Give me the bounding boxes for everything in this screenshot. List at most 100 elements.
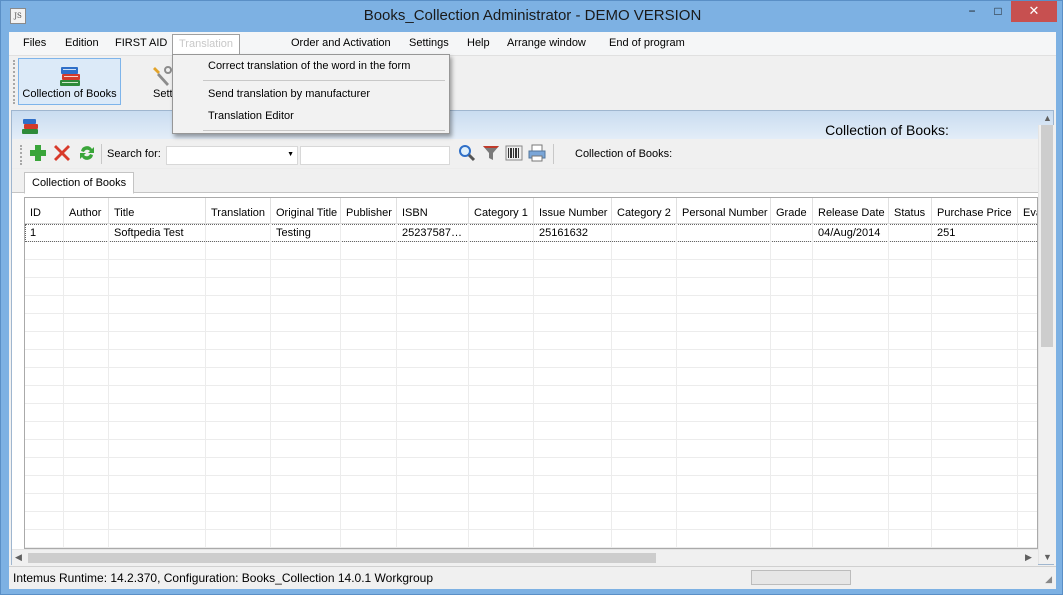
- cell-publisher[interactable]: [341, 224, 397, 242]
- column-header-original-title[interactable]: Original Title: [271, 198, 341, 224]
- empty-grid-cell: [612, 512, 677, 530]
- horizontal-scrollbar[interactable]: ◀ ▶: [12, 549, 1038, 565]
- column-header-isbn[interactable]: ISBN: [397, 198, 469, 224]
- scroll-right-icon[interactable]: ▶: [1025, 552, 1032, 563]
- chevron-down-icon[interactable]: ▼: [287, 151, 294, 158]
- menu-edition[interactable]: Edition: [65, 37, 99, 49]
- horizontal-scroll-thumb[interactable]: [28, 553, 656, 563]
- cell-author[interactable]: [64, 224, 109, 242]
- cell-issue-number[interactable]: 25161632: [534, 224, 612, 242]
- cell-original-title[interactable]: Testing: [271, 224, 341, 242]
- print-icon[interactable]: [528, 144, 546, 162]
- empty-grid-cell: [1018, 278, 1037, 296]
- scroll-down-icon[interactable]: ▼: [1043, 552, 1052, 562]
- empty-grid-cell: [813, 494, 889, 512]
- cell-title[interactable]: Softpedia Test: [109, 224, 206, 242]
- empty-grid-cell: [206, 368, 271, 386]
- empty-grid-cell: [64, 440, 109, 458]
- column-header-release-date[interactable]: Release Date: [813, 198, 889, 224]
- toolbar-grip[interactable]: [20, 145, 23, 165]
- empty-grid-cell: [534, 476, 612, 494]
- column-header-author[interactable]: Author: [64, 198, 109, 224]
- column-header-translation[interactable]: Translation: [206, 198, 271, 224]
- table-row[interactable]: 1 Softpedia Test Testing 25237587… 25161…: [25, 224, 1037, 242]
- cell-status[interactable]: [889, 224, 932, 242]
- title-bar[interactable]: JS Books_Collection Administrator - DEMO…: [1, 1, 1062, 32]
- empty-grid-row: [25, 314, 1037, 332]
- empty-grid-cell: [771, 314, 813, 332]
- column-header-id[interactable]: ID: [25, 198, 64, 224]
- menu-files[interactable]: Files: [23, 37, 46, 49]
- empty-grid-cell: [25, 422, 64, 440]
- column-header-grade[interactable]: Grade: [771, 198, 813, 224]
- empty-grid-cell: [397, 332, 469, 350]
- toolbar-grip[interactable]: [13, 60, 16, 104]
- empty-grid-cell: [64, 296, 109, 314]
- cell-eva[interactable]: [1018, 224, 1037, 242]
- search-input[interactable]: [300, 146, 450, 165]
- cell-isbn[interactable]: 25237587…: [397, 224, 469, 242]
- empty-grid-cell: [271, 512, 341, 530]
- column-header-category-2[interactable]: Category 2: [612, 198, 677, 224]
- cell-id[interactable]: 1: [25, 224, 64, 242]
- column-header-purchase-price[interactable]: Purchase Price: [932, 198, 1018, 224]
- resize-grip-icon[interactable]: ◢: [1045, 574, 1052, 585]
- empty-grid-cell: [534, 494, 612, 512]
- filter-icon[interactable]: [482, 144, 500, 162]
- empty-grid-cell: [271, 350, 341, 368]
- empty-grid-cell: [534, 386, 612, 404]
- column-header-eva[interactable]: Eva: [1018, 198, 1037, 224]
- cell-release-date[interactable]: 04/Aug/2014: [813, 224, 889, 242]
- delete-icon[interactable]: [53, 144, 71, 162]
- maximize-button[interactable]: □: [985, 1, 1011, 22]
- cell-purchase-price[interactable]: 251: [932, 224, 1018, 242]
- column-header-status[interactable]: Status: [889, 198, 932, 224]
- tab-collection-of-books[interactable]: Collection of Books: [24, 172, 135, 194]
- column-header-publisher[interactable]: Publisher: [341, 198, 397, 224]
- empty-grid-cell: [534, 530, 612, 548]
- empty-grid-cell: [889, 512, 932, 530]
- column-header-category-1[interactable]: Category 1: [469, 198, 534, 224]
- empty-grid-cell: [889, 386, 932, 404]
- cell-category-2[interactable]: [612, 224, 677, 242]
- add-icon[interactable]: [29, 144, 47, 162]
- menu-help[interactable]: Help: [467, 37, 490, 49]
- vertical-scroll-thumb[interactable]: [1041, 125, 1053, 347]
- cell-category-1[interactable]: [469, 224, 534, 242]
- column-header-issue-number[interactable]: Issue Number: [534, 198, 612, 224]
- search-field-combo[interactable]: ▼: [166, 146, 298, 165]
- search-icon[interactable]: [458, 144, 476, 162]
- empty-grid-cell: [469, 512, 534, 530]
- menu-translation-editor[interactable]: Translation Editor: [208, 110, 294, 122]
- cell-personal-number[interactable]: [677, 224, 771, 242]
- vertical-scrollbar[interactable]: ▲ ▼: [1038, 113, 1054, 564]
- scroll-up-icon[interactable]: ▲: [1043, 113, 1052, 123]
- books-grid[interactable]: ID Author Title Translation Original Tit…: [24, 197, 1038, 549]
- menu-send-translation[interactable]: Send translation by manufacturer: [208, 88, 370, 100]
- empty-grid-cell: [206, 422, 271, 440]
- menu-arrange-window[interactable]: Arrange window: [507, 37, 586, 49]
- empty-grid-cell: [25, 332, 64, 350]
- barcode-icon[interactable]: [505, 144, 523, 162]
- empty-grid-cell: [534, 422, 612, 440]
- close-button[interactable]: ✕: [1011, 1, 1057, 22]
- menu-first-aid[interactable]: FIRST AID: [115, 37, 167, 49]
- column-header-title[interactable]: Title: [109, 198, 206, 224]
- minimize-button[interactable]: −: [959, 1, 985, 22]
- refresh-icon[interactable]: [78, 144, 96, 162]
- column-header-personal-number[interactable]: Personal Number: [677, 198, 771, 224]
- empty-grid-cell: [813, 368, 889, 386]
- cell-translation[interactable]: [206, 224, 271, 242]
- menu-order-and-activation[interactable]: Order and Activation: [291, 37, 391, 49]
- empty-grid-cell: [1018, 242, 1037, 260]
- menu-correct-translation[interactable]: Correct translation of the word in the f…: [208, 60, 410, 72]
- empty-grid-cell: [109, 422, 206, 440]
- menu-end-of-program[interactable]: End of program: [609, 37, 685, 49]
- empty-grid-cell: [397, 296, 469, 314]
- collection-of-books-button[interactable]: Collection of Books: [18, 58, 121, 105]
- menu-settings[interactable]: Settings: [409, 37, 449, 49]
- scroll-left-icon[interactable]: ◀: [15, 552, 22, 563]
- cell-grade[interactable]: [771, 224, 813, 242]
- menu-translation[interactable]: Translation: [172, 34, 241, 55]
- empty-grid-row: [25, 242, 1037, 260]
